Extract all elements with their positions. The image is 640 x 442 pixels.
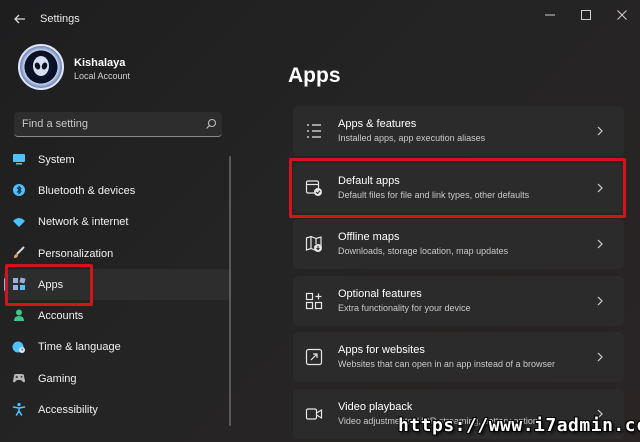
- card-apps-features[interactable]: Apps & features Installed apps, app exec…: [293, 106, 624, 156]
- card-title: Optional features: [338, 288, 422, 300]
- sidebar-scrollbar[interactable]: [229, 156, 231, 426]
- chevron-right-icon: [597, 352, 603, 362]
- card-subtitle: Websites that can open in an app instead…: [338, 359, 555, 369]
- card-title: Apps & features: [338, 118, 417, 130]
- minimize-icon: [545, 14, 555, 16]
- map-icon: [305, 235, 322, 252]
- minimize-button[interactable]: [532, 4, 568, 26]
- open-external-icon: [305, 348, 323, 366]
- sidebar-item-system[interactable]: System: [4, 144, 230, 175]
- close-icon: [617, 10, 627, 20]
- sidebar-item-accessibility[interactable]: Accessibility: [4, 394, 230, 425]
- bluetooth-icon: [13, 184, 25, 197]
- highlight-box-default-apps: [289, 158, 626, 218]
- settings-window: Settings Kishalaya Local Account Find a …: [0, 0, 640, 442]
- user-name: Kishalaya: [74, 57, 126, 69]
- watermark: https://www.i7admin.cc: [398, 415, 640, 436]
- search-icon[interactable]: [205, 118, 217, 130]
- sidebar-item-label: Time & language: [38, 341, 121, 354]
- card-title: Apps for websites: [338, 344, 425, 356]
- sidebar-item-label: Personalization: [38, 247, 114, 260]
- chevron-right-icon: [597, 239, 603, 249]
- title-bar: Settings: [0, 0, 640, 38]
- search-input[interactable]: [14, 112, 194, 136]
- card-subtitle: Downloads, storage location, map updates: [338, 246, 509, 256]
- card-optional-features[interactable]: Optional features Extra functionality fo…: [293, 276, 624, 326]
- window-title: Settings: [40, 13, 80, 25]
- back-button[interactable]: [10, 9, 30, 29]
- sidebar-item-network-internet[interactable]: Network & internet: [4, 207, 230, 238]
- sidebar-item-gaming[interactable]: Gaming: [4, 363, 230, 394]
- page-title: Apps: [288, 64, 341, 87]
- sidebar-item-label: System: [38, 153, 75, 166]
- maximize-icon: [581, 10, 591, 20]
- sidebar-item-time-language[interactable]: Time & language: [4, 332, 230, 363]
- accessibility-icon: [12, 403, 26, 417]
- grid-plus-icon: [305, 292, 323, 310]
- wifi-icon: [13, 217, 25, 227]
- globe-clock-icon: [12, 341, 25, 353]
- close-button[interactable]: [604, 4, 640, 26]
- person-icon: [14, 309, 24, 322]
- card-apps-for-websites[interactable]: Apps for websites Websites that can open…: [293, 332, 624, 382]
- sidebar-item-bluetooth-devices[interactable]: Bluetooth & devices: [4, 175, 230, 206]
- sidebar-item-label: Accessibility: [38, 404, 98, 417]
- search-box: [14, 112, 222, 137]
- gamepad-icon: [13, 374, 25, 383]
- card-offline-maps[interactable]: Offline maps Downloads, storage location…: [293, 219, 624, 269]
- monitor-icon: [13, 154, 25, 165]
- sidebar-item-label: Accounts: [38, 310, 84, 323]
- avatar[interactable]: [18, 44, 64, 90]
- maximize-button[interactable]: [568, 4, 604, 26]
- highlight-box-apps: [5, 264, 93, 306]
- back-arrow-icon: [14, 14, 25, 24]
- list-icon: [307, 124, 321, 138]
- sidebar-item-label: Gaming: [38, 372, 77, 385]
- sidebar-item-label: Bluetooth & devices: [38, 184, 136, 197]
- brush-icon: [14, 246, 25, 258]
- card-subtitle: Installed apps, app execution aliases: [338, 133, 486, 143]
- card-title: Video playback: [338, 401, 413, 413]
- chevron-right-icon: [597, 126, 603, 136]
- video-icon: [305, 408, 323, 420]
- chevron-right-icon: [597, 296, 603, 306]
- account-type: Local Account: [74, 71, 131, 81]
- sidebar-item-label: Network & internet: [38, 216, 129, 229]
- alien-avatar-icon: [33, 56, 49, 76]
- card-subtitle: Extra functionality for your device: [338, 303, 471, 313]
- card-title: Offline maps: [338, 231, 400, 243]
